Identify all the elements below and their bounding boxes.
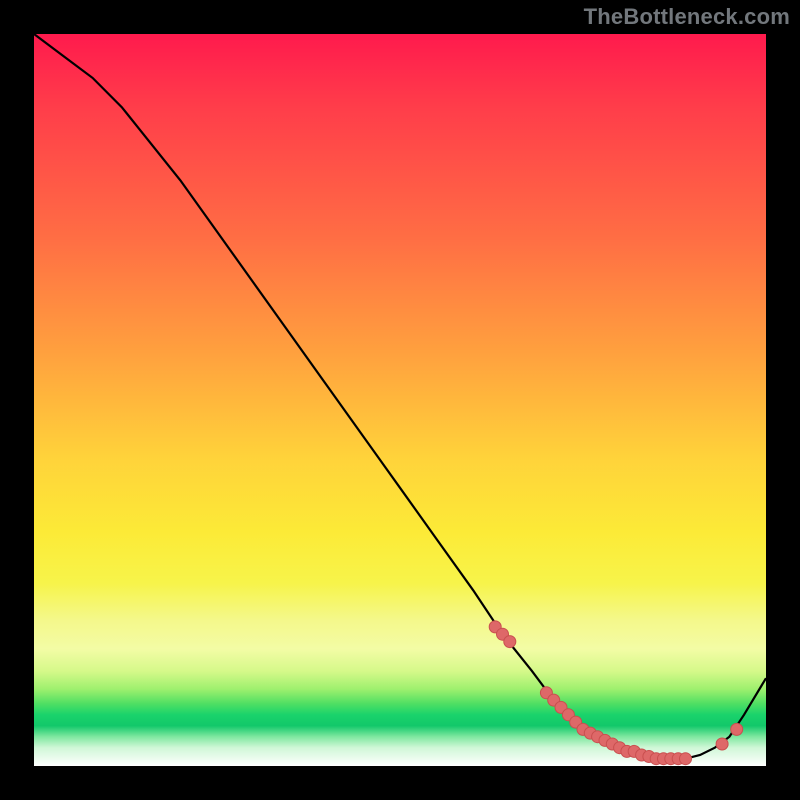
curve-layer xyxy=(34,34,766,766)
marker-point xyxy=(504,636,516,648)
marker-point xyxy=(716,738,728,750)
highlighted-points xyxy=(489,621,743,765)
marker-point xyxy=(731,723,743,735)
chart-frame: TheBottleneck.com xyxy=(0,0,800,800)
bottleneck-curve xyxy=(34,34,766,759)
marker-point xyxy=(680,753,692,765)
plot-area xyxy=(34,34,766,766)
attribution-label: TheBottleneck.com xyxy=(584,4,790,30)
